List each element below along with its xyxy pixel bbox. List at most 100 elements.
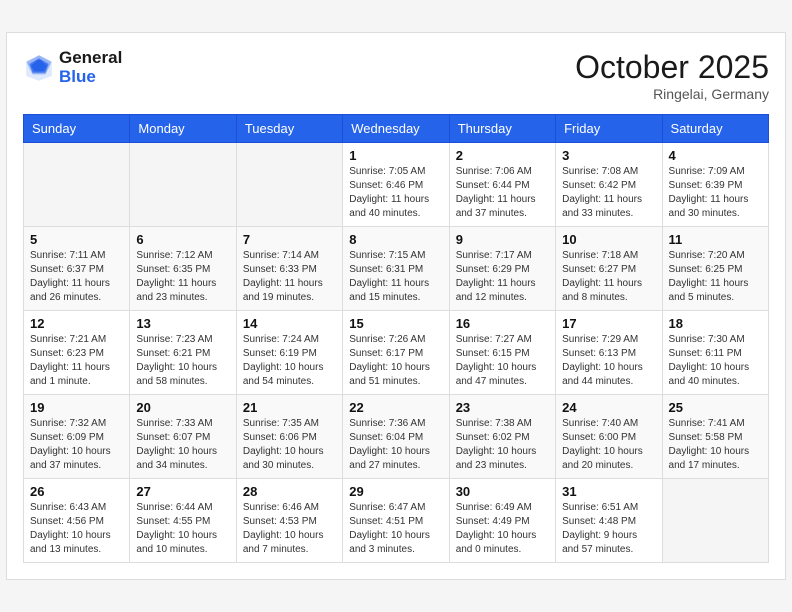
day-info: Sunrise: 7:21 AM Sunset: 6:23 PM Dayligh…	[30, 333, 123, 389]
day-number: 24	[562, 400, 655, 415]
day-info: Sunrise: 7:32 AM Sunset: 6:09 PM Dayligh…	[30, 417, 123, 473]
day-number: 20	[136, 400, 229, 415]
day-number: 3	[562, 148, 655, 163]
day-number: 5	[30, 232, 123, 247]
day-number: 10	[562, 232, 655, 247]
day-info: Sunrise: 7:06 AM Sunset: 6:44 PM Dayligh…	[456, 165, 549, 221]
month-title: October 2025	[575, 49, 769, 86]
logo-icon	[23, 52, 55, 84]
day-info: Sunrise: 7:11 AM Sunset: 6:37 PM Dayligh…	[30, 249, 123, 305]
day-info: Sunrise: 7:08 AM Sunset: 6:42 PM Dayligh…	[562, 165, 655, 221]
day-info: Sunrise: 6:51 AM Sunset: 4:48 PM Dayligh…	[562, 501, 655, 557]
weekday-header-thursday: Thursday	[449, 115, 555, 143]
day-cell: 26 Sunrise: 6:43 AM Sunset: 4:56 PM Dayli…	[24, 479, 130, 563]
day-number: 28	[243, 484, 336, 499]
calendar-wrapper: General Blue October 2025 Ringelai, Germ…	[6, 32, 786, 580]
calendar-header: General Blue October 2025 Ringelai, Germ…	[23, 49, 769, 102]
day-cell: 8 Sunrise: 7:15 AM Sunset: 6:31 PM Daylig…	[343, 227, 449, 311]
day-cell: 6 Sunrise: 7:12 AM Sunset: 6:35 PM Daylig…	[130, 227, 236, 311]
day-info: Sunrise: 7:33 AM Sunset: 6:07 PM Dayligh…	[136, 417, 229, 473]
day-cell: 19 Sunrise: 7:32 AM Sunset: 6:09 PM Dayli…	[24, 395, 130, 479]
day-cell: 5 Sunrise: 7:11 AM Sunset: 6:37 PM Daylig…	[24, 227, 130, 311]
day-info: Sunrise: 7:05 AM Sunset: 6:46 PM Dayligh…	[349, 165, 442, 221]
day-cell: 24Sunrise: 7:40 AM Sunset: 6:00 PM Dayli…	[556, 395, 662, 479]
day-number: 16	[456, 316, 549, 331]
day-info: Sunrise: 7:36 AM Sunset: 6:04 PM Dayligh…	[349, 417, 442, 473]
day-cell: 17Sunrise: 7:29 AM Sunset: 6:13 PM Dayli…	[556, 311, 662, 395]
day-number: 22	[349, 400, 442, 415]
day-number: 14	[243, 316, 336, 331]
logo-line2: Blue	[59, 68, 122, 87]
day-cell	[662, 479, 768, 563]
day-cell: 15Sunrise: 7:26 AM Sunset: 6:17 PM Dayli…	[343, 311, 449, 395]
day-cell	[236, 143, 342, 227]
day-info: Sunrise: 7:29 AM Sunset: 6:13 PM Dayligh…	[562, 333, 655, 389]
day-cell: 30Sunrise: 6:49 AM Sunset: 4:49 PM Dayli…	[449, 479, 555, 563]
day-info: Sunrise: 7:15 AM Sunset: 6:31 PM Dayligh…	[349, 249, 442, 305]
day-number: 13	[136, 316, 229, 331]
day-cell: 4 Sunrise: 7:09 AM Sunset: 6:39 PM Daylig…	[662, 143, 768, 227]
weekday-header-tuesday: Tuesday	[236, 115, 342, 143]
day-number: 4	[669, 148, 762, 163]
day-cell: 28 Sunrise: 6:46 AM Sunset: 4:53 PM Dayli…	[236, 479, 342, 563]
day-info: Sunrise: 7:23 AM Sunset: 6:21 PM Dayligh…	[136, 333, 229, 389]
calendar-body: 1 Sunrise: 7:05 AM Sunset: 6:46 PM Daylig…	[24, 143, 769, 563]
logo-line1: General	[59, 49, 122, 68]
day-cell	[24, 143, 130, 227]
day-number: 19	[30, 400, 123, 415]
day-info: Sunrise: 7:35 AM Sunset: 6:06 PM Dayligh…	[243, 417, 336, 473]
weekday-header-monday: Monday	[130, 115, 236, 143]
day-number: 30	[456, 484, 549, 499]
day-cell: 14 Sunrise: 7:24 AM Sunset: 6:19 PM Dayli…	[236, 311, 342, 395]
week-row-4: 19 Sunrise: 7:32 AM Sunset: 6:09 PM Dayli…	[24, 395, 769, 479]
day-info: Sunrise: 6:46 AM Sunset: 4:53 PM Dayligh…	[243, 501, 336, 557]
day-number: 29	[349, 484, 442, 499]
week-row-5: 26 Sunrise: 6:43 AM Sunset: 4:56 PM Dayli…	[24, 479, 769, 563]
weekday-header-friday: Friday	[556, 115, 662, 143]
day-number: 9	[456, 232, 549, 247]
location: Ringelai, Germany	[575, 86, 769, 102]
day-cell: 18Sunrise: 7:30 AM Sunset: 6:11 PM Dayli…	[662, 311, 768, 395]
day-info: Sunrise: 7:12 AM Sunset: 6:35 PM Dayligh…	[136, 249, 229, 305]
day-cell: 23Sunrise: 7:38 AM Sunset: 6:02 PM Dayli…	[449, 395, 555, 479]
day-info: Sunrise: 7:14 AM Sunset: 6:33 PM Dayligh…	[243, 249, 336, 305]
day-cell: 16 Sunrise: 7:27 AM Sunset: 6:15 PM Dayli…	[449, 311, 555, 395]
day-cell: 29 Sunrise: 6:47 AM Sunset: 4:51 PM Dayli…	[343, 479, 449, 563]
day-number: 11	[669, 232, 762, 247]
day-info: Sunrise: 6:43 AM Sunset: 4:56 PM Dayligh…	[30, 501, 123, 557]
calendar-table: SundayMondayTuesdayWednesdayThursdayFrid…	[23, 114, 769, 563]
day-cell: 31 Sunrise: 6:51 AM Sunset: 4:48 PM Dayli…	[556, 479, 662, 563]
day-number: 31	[562, 484, 655, 499]
logo: General Blue	[23, 49, 122, 86]
day-cell: 21 Sunrise: 7:35 AM Sunset: 6:06 PM Dayli…	[236, 395, 342, 479]
day-cell: 7 Sunrise: 7:14 AM Sunset: 6:33 PM Daylig…	[236, 227, 342, 311]
day-info: Sunrise: 7:26 AM Sunset: 6:17 PM Dayligh…	[349, 333, 442, 389]
day-info: Sunrise: 7:17 AM Sunset: 6:29 PM Dayligh…	[456, 249, 549, 305]
day-number: 7	[243, 232, 336, 247]
week-row-3: 12Sunrise: 7:21 AM Sunset: 6:23 PM Dayli…	[24, 311, 769, 395]
day-number: 21	[243, 400, 336, 415]
day-number: 6	[136, 232, 229, 247]
day-cell: 1 Sunrise: 7:05 AM Sunset: 6:46 PM Daylig…	[343, 143, 449, 227]
title-block: October 2025 Ringelai, Germany	[575, 49, 769, 102]
day-cell: 25Sunrise: 7:41 AM Sunset: 5:58 PM Dayli…	[662, 395, 768, 479]
week-row-2: 5 Sunrise: 7:11 AM Sunset: 6:37 PM Daylig…	[24, 227, 769, 311]
day-number: 26	[30, 484, 123, 499]
day-number: 2	[456, 148, 549, 163]
day-number: 8	[349, 232, 442, 247]
weekday-header-saturday: Saturday	[662, 115, 768, 143]
week-row-1: 1 Sunrise: 7:05 AM Sunset: 6:46 PM Daylig…	[24, 143, 769, 227]
day-info: Sunrise: 7:38 AM Sunset: 6:02 PM Dayligh…	[456, 417, 549, 473]
weekday-header-sunday: Sunday	[24, 115, 130, 143]
day-info: Sunrise: 7:27 AM Sunset: 6:15 PM Dayligh…	[456, 333, 549, 389]
day-info: Sunrise: 7:24 AM Sunset: 6:19 PM Dayligh…	[243, 333, 336, 389]
day-cell	[130, 143, 236, 227]
day-cell: 2 Sunrise: 7:06 AM Sunset: 6:44 PM Daylig…	[449, 143, 555, 227]
day-info: Sunrise: 7:09 AM Sunset: 6:39 PM Dayligh…	[669, 165, 762, 221]
day-info: Sunrise: 6:44 AM Sunset: 4:55 PM Dayligh…	[136, 501, 229, 557]
day-info: Sunrise: 7:30 AM Sunset: 6:11 PM Dayligh…	[669, 333, 762, 389]
day-number: 1	[349, 148, 442, 163]
day-cell: 20 Sunrise: 7:33 AM Sunset: 6:07 PM Dayli…	[130, 395, 236, 479]
day-cell: 11Sunrise: 7:20 AM Sunset: 6:25 PM Dayli…	[662, 227, 768, 311]
day-info: Sunrise: 6:47 AM Sunset: 4:51 PM Dayligh…	[349, 501, 442, 557]
